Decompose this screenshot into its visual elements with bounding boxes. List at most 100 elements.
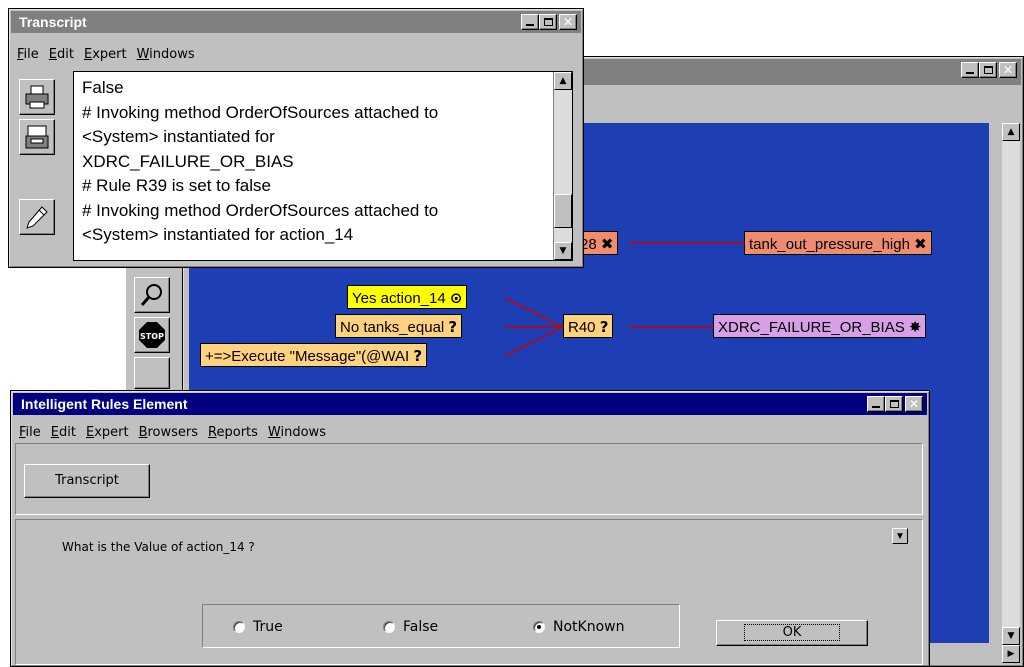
transcript-line: # Invoking method OrderOfSources attache… <box>82 102 439 122</box>
graph-tool-strip: STOP <box>126 263 182 393</box>
save-button[interactable] <box>19 119 55 155</box>
transcript-side-toolbar <box>13 75 75 255</box>
ire-title-bar: Intelligent Rules Element ✕ <box>13 393 927 415</box>
save-icon <box>25 125 49 149</box>
close-icon: ✕ <box>908 397 920 411</box>
menu-edit[interactable]: Edit <box>44 45 79 65</box>
edit-button[interactable] <box>19 199 55 235</box>
node-execute-message[interactable]: +=>Execute "Message"(@WAI ? <box>200 343 428 367</box>
transcript-vertical-scrollbar[interactable]: ▲ ▼ <box>553 72 572 260</box>
close-button[interactable]: ✕ <box>559 14 577 30</box>
link-yes-r40 <box>504 297 564 328</box>
expand-button[interactable]: ▼ <box>892 528 908 544</box>
radio-true-label: True <box>253 619 283 635</box>
arrow-up-icon: ▲ <box>1007 127 1015 137</box>
scroll-right-button[interactable]: ▶ <box>1002 645 1020 663</box>
stop-label: STOP <box>140 332 164 341</box>
radio-button-selected[interactable] <box>533 621 545 633</box>
graph-vertical-scrollbar[interactable]: ▲ ▼ <box>1002 123 1020 663</box>
false-x-icon: ✖ <box>600 235 614 253</box>
transcript-window: Transcript ✕ File Edit Expert Windows Fa… <box>8 8 584 268</box>
ok-label: OK <box>743 624 841 641</box>
menu-file[interactable]: File <box>12 45 44 65</box>
stop-icon: STOP <box>139 322 165 348</box>
radio-true[interactable]: True <box>233 619 283 635</box>
menu-windows[interactable]: Windows <box>132 45 200 65</box>
radio-false-label: False <box>403 619 439 635</box>
transcript-line: # Invoking method OrderOfSources attache… <box>82 200 439 220</box>
magnifier-icon <box>140 284 162 306</box>
minimize-icon <box>526 24 534 26</box>
node-tank-label: tank_out_pressure_high <box>749 236 910 253</box>
transcript-line: XDRC_FAILURE_OR_BIAS <box>82 151 294 171</box>
node-r40-label: R40 <box>568 319 596 336</box>
node-execute-label: +=>Execute "Message"(@WAI <box>205 348 410 365</box>
maximize-icon <box>889 400 899 408</box>
node-no-tanks-equal[interactable]: No tanks_equal ? <box>335 314 463 338</box>
false-x-icon: ✖ <box>914 235 927 253</box>
maximize-button[interactable] <box>885 396 903 412</box>
ire-toolbar: Transcript <box>15 443 923 515</box>
radio-button[interactable] <box>383 621 395 633</box>
question-text: What is the Value of action_14 ? <box>62 540 255 554</box>
ire-menubar: File Edit Expert Browsers Reports Window… <box>14 423 926 443</box>
transcript-line: <System> instantiated for <box>82 127 275 146</box>
menu-edit[interactable]: Edit <box>46 423 81 443</box>
transcript-menubar: File Edit Expert Windows <box>12 45 580 65</box>
tool-button-partial[interactable] <box>134 357 170 389</box>
burst-icon: ✸ <box>908 318 922 336</box>
scroll-thumb[interactable] <box>554 194 572 228</box>
minimize-button[interactable] <box>521 14 539 30</box>
link-exec-r40 <box>504 326 564 357</box>
node-xdrc-failure-or-bias[interactable]: XDRC_FAILURE_OR_BIAS ✸ <box>713 314 927 338</box>
node-tank-out-pressure-high[interactable]: tank_out_pressure_high ✖ <box>744 231 932 255</box>
minimize-icon <box>966 72 974 74</box>
answer-radio-group: True False NotKnown <box>202 604 680 648</box>
transcript-text-area[interactable]: False # Invoking method OrderOfSources a… <box>73 71 573 261</box>
close-button[interactable]: ✕ <box>905 396 923 412</box>
scroll-up-button[interactable]: ▲ <box>1002 123 1020 141</box>
node-yes-label: Yes action_14 <box>352 290 446 307</box>
question-icon: ? <box>413 347 423 365</box>
question-panel: What is the Value of action_14 ? ▼ True … <box>15 519 923 665</box>
node-yes-action-14[interactable]: Yes action_14 ⊙ <box>347 285 468 309</box>
transcript-button[interactable]: Transcript <box>24 464 150 498</box>
print-button[interactable] <box>19 79 55 115</box>
close-button[interactable]: ✕ <box>999 62 1017 78</box>
ire-window: Intelligent Rules Element ✕ File Edit Ex… <box>10 390 930 667</box>
maximize-icon <box>983 66 993 74</box>
maximize-icon <box>543 18 553 26</box>
print-icon <box>25 85 49 109</box>
question-icon: ? <box>599 318 609 336</box>
maximize-button[interactable] <box>539 14 557 30</box>
menu-file[interactable]: File <box>14 423 46 443</box>
menu-windows[interactable]: Windows <box>263 423 331 443</box>
transcript-line: # Rule R39 is set to false <box>82 176 271 195</box>
scroll-up-button[interactable]: ▲ <box>554 72 572 90</box>
arrow-up-icon: ▲ <box>559 76 567 86</box>
transcript-title-bar: Transcript ✕ <box>11 11 581 33</box>
transcript-title: Transcript <box>19 14 87 30</box>
maximize-button[interactable] <box>979 62 997 78</box>
node-xdrc-label: XDRC_FAILURE_OR_BIAS <box>718 319 905 336</box>
radio-notknown[interactable]: NotKnown <box>533 619 624 635</box>
zoom-tool-button[interactable] <box>134 277 170 313</box>
edit-pencil-icon <box>26 206 48 229</box>
radio-notknown-label: NotKnown <box>553 619 625 635</box>
menu-expert[interactable]: Expert <box>81 423 134 443</box>
arrow-down-icon: ▼ <box>1007 631 1015 641</box>
menu-browsers[interactable]: Browsers <box>134 423 203 443</box>
radio-button[interactable] <box>233 621 245 633</box>
minimize-button[interactable] <box>961 62 979 78</box>
menu-reports[interactable]: Reports <box>203 423 263 443</box>
transcript-line: <System> instantiated for action_14 <box>82 225 354 244</box>
stop-button[interactable]: STOP <box>134 317 170 353</box>
radio-false[interactable]: False <box>383 619 438 635</box>
menu-expert[interactable]: Expert <box>79 45 132 65</box>
target-icon: ⊙ <box>449 289 463 307</box>
node-r40[interactable]: R40 ? <box>563 314 614 338</box>
minimize-button[interactable] <box>867 396 885 412</box>
scroll-down-button[interactable]: ▼ <box>554 242 572 260</box>
scroll-down-button[interactable]: ▼ <box>1002 627 1020 645</box>
ok-button[interactable]: OK <box>716 620 868 646</box>
